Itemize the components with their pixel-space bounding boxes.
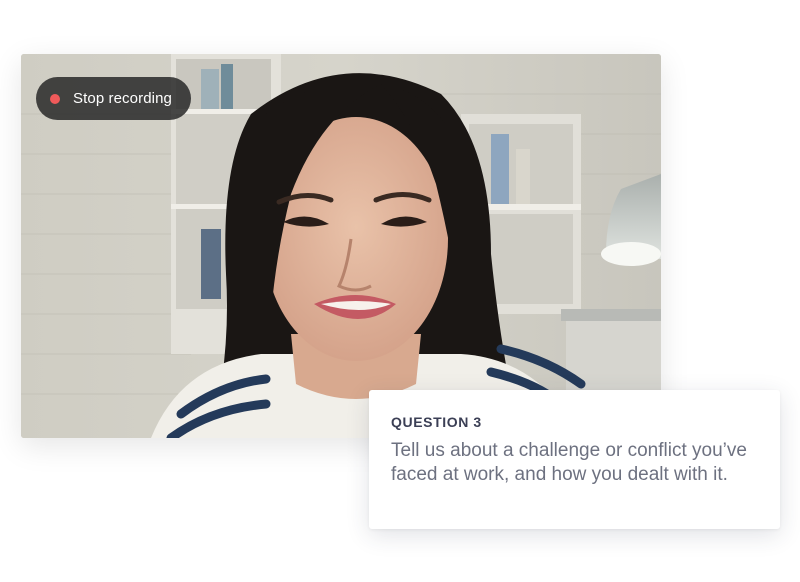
recording-indicator-icon — [50, 93, 60, 104]
question-number: QUESTION 3 — [391, 414, 482, 430]
stop-recording-button[interactable]: Stop recording — [36, 77, 191, 120]
question-card: QUESTION 3 Tell us about a challenge or … — [369, 390, 780, 529]
stop-recording-label: Stop recording — [73, 90, 172, 107]
interview-stage: Stop recording QUESTION 3 Tell us about … — [0, 0, 800, 582]
question-text: Tell us about a challenge or conflict yo… — [391, 440, 747, 485]
